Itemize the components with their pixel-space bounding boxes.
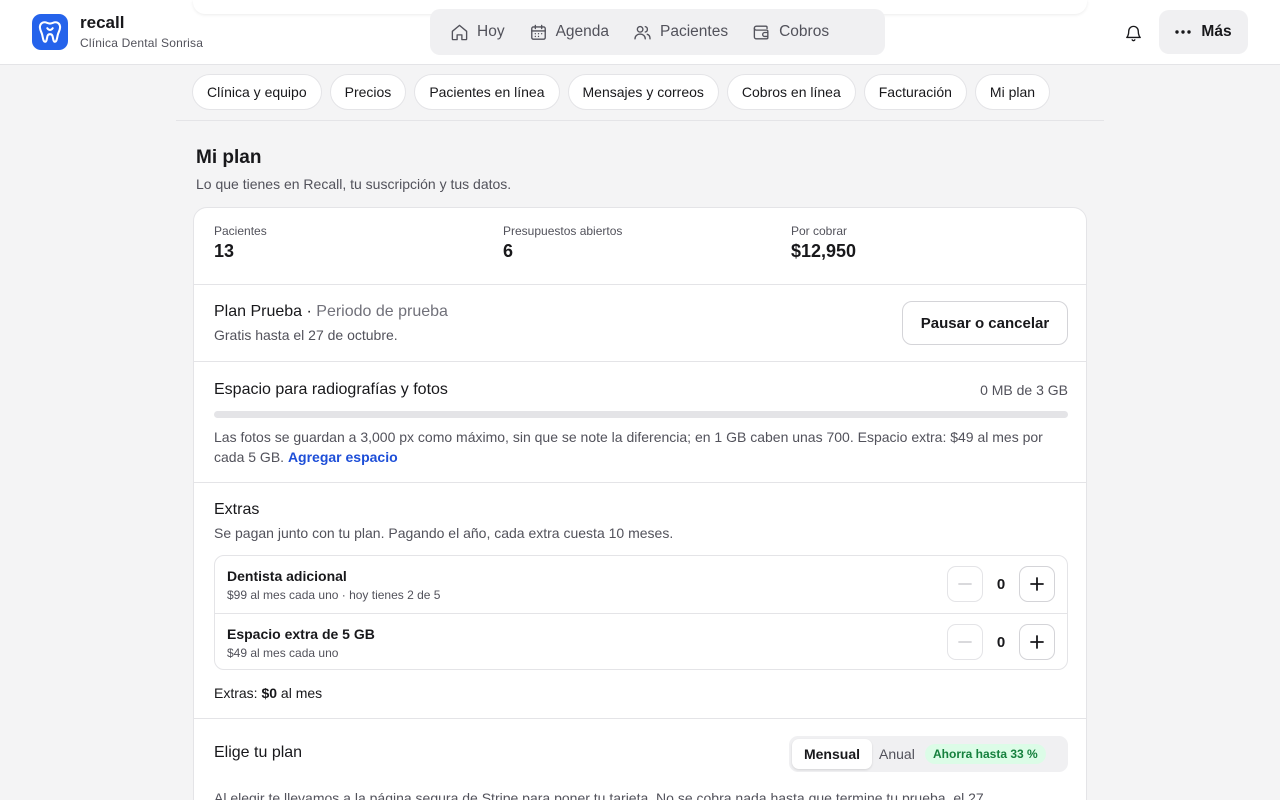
nav-label: Pacientes [660,23,729,40]
tab-pacientes-en-linea[interactable]: Pacientes en línea [414,74,560,110]
calendar-icon [530,24,546,40]
minus-icon [958,583,972,585]
extra-row-espacio: Espacio extra de 5 GB $49 al mes cada un… [215,613,1067,670]
plan-separator: · [302,303,317,320]
tab-facturacion[interactable]: Facturación [863,74,967,110]
notifications-button[interactable] [1120,20,1146,46]
extras-list: Dentista adicional $99 al mes cada uno ·… [214,555,1068,670]
main-nav: Hoy Agenda Pacientes Cobros [430,9,885,55]
settings-tabs: Clínica y equipo Precios Pacientes en lí… [192,74,1051,110]
extras-total-prefix: Extras: [214,685,262,701]
nav-item-hoy[interactable]: Hoy [438,14,517,50]
more-button[interactable]: Más [1159,10,1248,54]
plan-status: Periodo de prueba [316,303,448,320]
extras-section: Extras Se pagan junto con tu plan. Pagan… [194,483,1086,719]
storage-title: Espacio para radiografías y fotos [214,381,448,398]
annual-option[interactable]: Anual [879,739,915,769]
tab-cobros-en-linea[interactable]: Cobros en línea [726,74,856,110]
extras-total-amount: $0 [261,685,278,701]
plan-name: Plan Prueba [214,303,303,320]
minus-icon [958,641,972,643]
add-space-link[interactable]: Agregar espacio [288,449,398,465]
extra-row-dentista: Dentista adicional $99 al mes cada uno ·… [215,556,1067,613]
stat-pacientes: Pacientes 13 [214,224,267,262]
decrement-button[interactable] [947,624,983,660]
choose-plan-title: Elige tu plan [214,744,303,761]
bell-icon [1125,25,1141,41]
clinic-name: Clínica Dental Sonrisa [80,36,204,50]
decrement-button[interactable] [947,566,983,602]
extras-total: Extras: $0 al mes [214,685,322,701]
users-icon [634,25,651,40]
nav-item-cobros[interactable]: Cobros [740,14,841,50]
pause-or-cancel-button[interactable]: Pausar o cancelar [902,301,1068,345]
storage-note: Las fotos se guardan a 3,000 px como máx… [214,427,1074,467]
tab-mi-plan[interactable]: Mi plan [974,74,1051,110]
storage-section: Espacio para radiografías y fotos 0 MB d… [194,362,1086,483]
billing-period-toggle: Mensual Anual Ahorra hasta 33 % [789,736,1068,772]
plan-section: Plan Prueba · Periodo de prueba Gratis h… [194,285,1086,362]
stat-value: 6 [503,241,514,261]
logo[interactable] [32,14,68,50]
annual-label: Anual [879,746,915,762]
stat-por-cobrar: Por cobrar $12,950 [791,224,856,262]
extra-name: Dentista adicional [227,568,347,584]
stat-label: Por cobrar [791,224,848,238]
page-subtitle: Lo que tienes en Recall, tu suscripción … [196,176,512,192]
plus-icon [1030,635,1044,649]
savings-badge: Ahorra hasta 33 % [925,744,1046,764]
stat-label: Pacientes [214,224,267,238]
page-title: Mi plan [196,147,262,168]
nav-item-pacientes[interactable]: Pacientes [621,14,740,50]
divider [176,120,1104,121]
stat-presupuestos: Presupuestos abiertos 6 [503,224,622,262]
plus-icon [1030,577,1044,591]
extra-name: Espacio extra de 5 GB [227,626,375,642]
stat-value: 13 [214,241,235,261]
tooth-icon [38,21,62,43]
stat-value: $12,950 [791,241,857,261]
extras-title: Extras [214,501,260,518]
monthly-option[interactable]: Mensual [792,739,872,769]
extra-description: $99 al mes cada uno · hoy tienes 2 de 5 [227,588,441,602]
brand-name: recall [80,13,125,32]
tab-clinica-y-equipo[interactable]: Clínica y equipo [192,74,322,110]
storage-usage: 0 MB de 3 GB [980,382,1068,398]
extras-subtitle: Se pagan junto con tu plan. Pagando el a… [214,525,674,541]
quantity-value: 0 [996,575,1006,593]
plan-title: Plan Prueba · Periodo de prueba [214,303,448,321]
top-bar: recall Clínica Dental Sonrisa Hoy Agenda… [0,0,1280,65]
nav-item-agenda[interactable]: Agenda [517,14,621,50]
nav-label: Cobros [779,23,830,40]
increment-button[interactable] [1019,566,1055,602]
tab-mensajes-y-correos[interactable]: Mensajes y correos [567,74,719,110]
storage-progress-bar [214,411,1068,418]
quantity-value: 0 [996,633,1006,651]
extra-description: $49 al mes cada uno [227,646,339,660]
wallet-icon [753,24,769,40]
tab-precios[interactable]: Precios [329,74,407,110]
choose-plan-note: Al elegir te llevamos a la página segura… [214,790,984,800]
plan-description: Gratis hasta el 27 de octubre. [214,327,398,343]
more-label: Más [1201,23,1232,40]
increment-button[interactable] [1019,624,1055,660]
stat-label: Presupuestos abiertos [503,224,623,238]
extras-total-suffix: al mes [277,685,323,701]
plan-card: Pacientes 13 Presupuestos abiertos 6 Por… [193,207,1087,800]
ellipsis-icon [1175,30,1192,34]
home-icon [451,24,468,40]
nav-label: Agenda [555,23,610,40]
nav-label: Hoy [477,23,505,40]
choose-plan-section: Elige tu plan Mensual Anual Ahorra hasta… [194,719,1086,800]
stats-section: Pacientes 13 Presupuestos abiertos 6 Por… [194,208,1086,285]
